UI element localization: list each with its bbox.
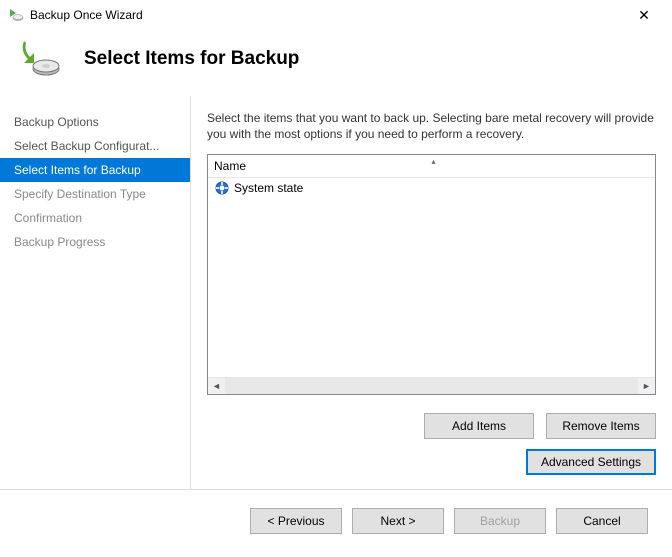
sidebar-item-confirmation: Confirmation	[0, 206, 190, 230]
sidebar-item-select-backup-config[interactable]: Select Backup Configurat...	[0, 134, 190, 158]
scroll-left-icon[interactable]: ◄	[208, 378, 225, 395]
column-header-label: Name	[214, 159, 246, 173]
items-list[interactable]: Name ▴ System state	[207, 154, 656, 395]
window-title: Backup Once Wizard	[30, 8, 624, 22]
list-body: System state	[208, 178, 655, 377]
next-button[interactable]: Next >	[352, 508, 444, 534]
sidebar-item-backup-options[interactable]: Backup Options	[0, 110, 190, 134]
sidebar-item-select-items[interactable]: Select Items for Backup	[0, 158, 190, 182]
titlebar: Backup Once Wizard ✕	[0, 0, 672, 30]
wizard-steps-sidebar: Backup Options Select Backup Configurat.…	[0, 96, 190, 489]
sidebar-item-backup-progress: Backup Progress	[0, 230, 190, 254]
add-items-button[interactable]: Add Items	[424, 413, 534, 439]
close-button[interactable]: ✕	[624, 3, 664, 27]
list-item[interactable]: System state	[208, 178, 655, 198]
column-header-name[interactable]: Name ▴	[208, 155, 655, 178]
list-item-label: System state	[234, 181, 303, 195]
horizontal-scrollbar[interactable]: ◄ ►	[208, 377, 655, 394]
wizard-footer: < Previous Next > Backup Cancel	[0, 490, 672, 552]
wizard-icon	[20, 39, 60, 79]
advanced-settings-button[interactable]: Advanced Settings	[526, 449, 656, 475]
system-state-icon	[214, 180, 230, 196]
scroll-track[interactable]	[225, 378, 638, 395]
description-text: Select the items that you want to back u…	[207, 110, 656, 142]
main-panel: Select the items that you want to back u…	[191, 96, 672, 489]
app-icon	[8, 7, 24, 23]
previous-button[interactable]: < Previous	[250, 508, 342, 534]
cancel-button[interactable]: Cancel	[556, 508, 648, 534]
wizard-header: Select Items for Backup	[0, 30, 672, 96]
page-title: Select Items for Backup	[84, 48, 299, 70]
sidebar-item-destination-type: Specify Destination Type	[0, 182, 190, 206]
backup-button: Backup	[454, 508, 546, 534]
remove-items-button[interactable]: Remove Items	[546, 413, 656, 439]
sort-indicator-icon: ▴	[432, 157, 436, 166]
scroll-right-icon[interactable]: ►	[638, 378, 655, 395]
